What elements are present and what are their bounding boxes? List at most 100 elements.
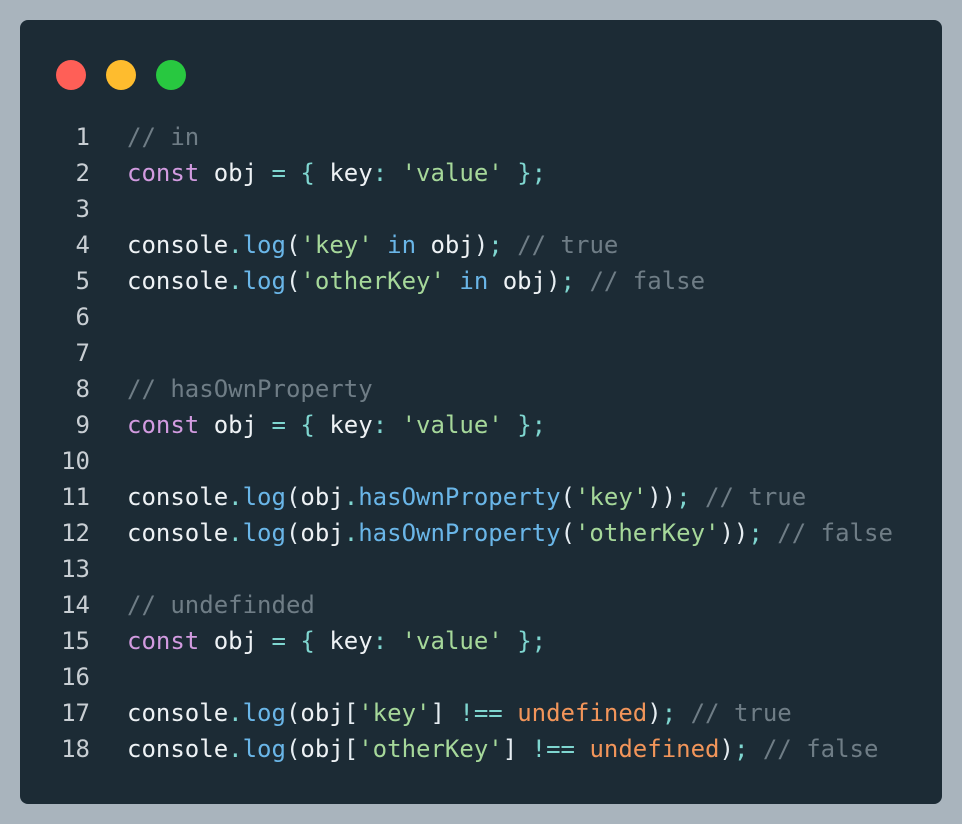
code-token-method: hasOwnProperty xyxy=(358,519,561,547)
code-token-method: log xyxy=(242,483,286,511)
code-token-ident: obj xyxy=(213,159,258,187)
code-token-comment: // undefinded xyxy=(127,591,315,619)
maximize-window-button[interactable] xyxy=(156,60,186,90)
code-token-ident: console xyxy=(127,519,229,547)
code-token-comment: // false xyxy=(777,519,893,547)
code-token-punct: }; xyxy=(517,627,547,655)
code-token-punct: = xyxy=(271,627,286,655)
code-line: 8 // hasOwnProperty xyxy=(20,371,893,407)
code-token-comment: // true xyxy=(705,483,807,511)
code-token-plain: )) xyxy=(647,483,677,511)
line-number: 4 xyxy=(75,231,90,259)
line-content: // in xyxy=(90,119,199,155)
line-number: 15 xyxy=(61,627,90,655)
code-token-ident: console xyxy=(127,735,229,763)
line-number: 10 xyxy=(61,447,90,475)
code-token-punct: }; xyxy=(517,411,547,439)
code-token-string: 'value' xyxy=(401,411,503,439)
minimize-window-button[interactable] xyxy=(106,60,136,90)
line-number: 18 xyxy=(61,735,90,763)
line-number: 8 xyxy=(75,375,90,403)
code-token-string: 'otherKey' xyxy=(574,519,720,547)
code-window: 1// in 2 const obj = { key: 'value' }; 3 4 co… xyxy=(20,20,942,804)
line-content: console.log('otherKey' in obj); // false xyxy=(90,263,705,299)
code-token-punct: ; xyxy=(488,231,503,259)
code-token-plain: ) xyxy=(719,735,734,763)
code-token-ident: console xyxy=(127,267,229,295)
code-token-plain: ( xyxy=(285,519,301,547)
line-number: 16 xyxy=(61,663,90,691)
code-line: 15 const obj = { key: 'value' }; xyxy=(20,623,893,659)
code-token-string: 'key' xyxy=(574,483,648,511)
code-token-punct: !== xyxy=(531,735,575,763)
code-token-method: log xyxy=(242,699,286,727)
code-token-punct: . xyxy=(228,267,243,295)
close-window-button[interactable] xyxy=(56,60,86,90)
code-token-plain: ] xyxy=(502,735,518,763)
code-token-plain: ] xyxy=(430,699,445,727)
code-token-punct: ; xyxy=(560,267,575,295)
line-number: 14 xyxy=(61,591,90,619)
code-token-ident: obj xyxy=(300,519,344,547)
code-token-ident: obj xyxy=(213,411,258,439)
code-token-punct: { xyxy=(300,411,315,439)
code-token-string: 'otherKey' xyxy=(358,735,503,763)
line-content: // hasOwnProperty xyxy=(90,371,373,407)
line-number: 5 xyxy=(75,267,90,295)
code-token-punct: . xyxy=(228,699,243,727)
code-token-method: in xyxy=(459,267,489,295)
code-line: 1 // in xyxy=(20,119,893,155)
code-token-plain: ( xyxy=(285,699,301,727)
code-token-punct: : xyxy=(372,411,388,439)
code-token-plain: ( xyxy=(285,735,301,763)
code-token-punct: }; xyxy=(517,159,547,187)
code-token-ident: obj xyxy=(502,267,547,295)
line-number: 3 xyxy=(75,195,90,223)
code-token-keyword: const xyxy=(127,159,200,187)
code-token-punct: : xyxy=(372,159,388,187)
code-token-keyword: const xyxy=(127,411,200,439)
code-token-method: log xyxy=(242,267,286,295)
code-token-keyword: const xyxy=(127,627,200,655)
line-content: console.log('key' in obj); // true xyxy=(90,227,618,263)
line-content: console.log(obj['key'] !== undefined); /… xyxy=(90,695,792,731)
line-number: 12 xyxy=(61,519,90,547)
code-line: 6 xyxy=(20,299,893,335)
code-line: 2 const obj = { key: 'value' }; xyxy=(20,155,893,191)
code-line: 11 console.log(obj.hasOwnProperty('key'))… xyxy=(20,479,893,515)
code-line: 14 // undefinded xyxy=(20,587,893,623)
code-token-string: 'key' xyxy=(358,699,431,727)
line-content: console.log(obj.hasOwnProperty('otherKey… xyxy=(90,515,893,551)
code-line: 4 console.log('key' in obj); // true xyxy=(20,227,893,263)
code-token-literal: undefined xyxy=(517,699,648,727)
code-line: 3 xyxy=(20,191,893,227)
code-token-punct: !== xyxy=(459,699,503,727)
code-token-plain: ) xyxy=(647,699,662,727)
line-number: 13 xyxy=(61,555,90,583)
code-token-plain: ( xyxy=(285,483,301,511)
code-token-comment: // true xyxy=(690,699,792,727)
code-token-string: 'key' xyxy=(300,231,373,259)
code-line: 13 xyxy=(20,551,893,587)
code-token-punct: . xyxy=(343,483,359,511)
code-token-method: log xyxy=(242,519,286,547)
line-content: const obj = { key: 'value' }; xyxy=(90,407,546,443)
code-token-punct: = xyxy=(271,411,286,439)
code-token-string: 'value' xyxy=(401,159,503,187)
code-token-ident: key xyxy=(329,159,373,187)
code-token-ident: obj xyxy=(213,627,258,655)
